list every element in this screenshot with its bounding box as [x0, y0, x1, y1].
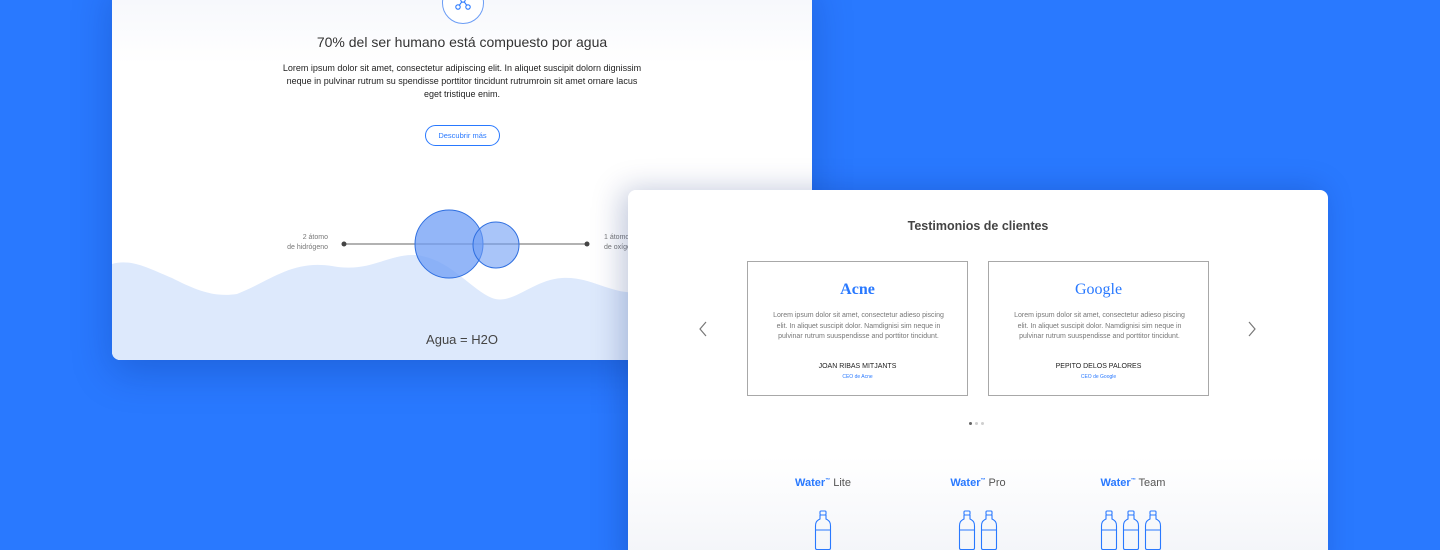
- testimonial-quote: Lorem ipsum dolor sit amet, consectetur …: [1014, 312, 1185, 340]
- testimonials-panel: Testimonios de clientes Acne Lorem ipsum…: [628, 190, 1328, 550]
- hydrogen-label-line1: 2 átomo: [302, 234, 328, 241]
- water-bottle-icon: [1144, 510, 1162, 550]
- plan-lite-bottles: [814, 510, 832, 550]
- plan-pro-title: Water™ Pro: [918, 477, 1038, 489]
- water-bottle-icon: [814, 510, 832, 550]
- chevron-right-icon[interactable]: [1245, 320, 1259, 338]
- water-bottle-icon: [980, 510, 998, 550]
- testimonial-card: Google Lorem ipsum dolor sit amet, conse…: [988, 261, 1209, 396]
- plan-tier: Pro: [985, 477, 1006, 489]
- plan-tier: Team: [1135, 477, 1166, 489]
- hydrogen-label: 2 átomo de hidrógeno: [262, 233, 328, 253]
- plan-pro-bottles: [958, 510, 998, 550]
- chevron-left-icon[interactable]: [696, 320, 710, 338]
- testimonial-role[interactable]: CEO de Google: [989, 374, 1208, 380]
- plan-tier: Lite: [830, 477, 851, 489]
- carousel-dot[interactable]: [969, 422, 972, 425]
- water-bottle-icon: [958, 510, 976, 550]
- carousel-dot[interactable]: [975, 422, 978, 425]
- testimonial-card: Acne Lorem ipsum dolor sit amet, consect…: [747, 261, 968, 396]
- water-bottle-icon: [1100, 510, 1118, 550]
- testimonial-name: PEPITO DELOS PALORES: [1055, 363, 1142, 370]
- carousel-dot[interactable]: [981, 422, 984, 425]
- section-title: 70% del ser humano está compuesto por ag…: [316, 34, 608, 50]
- water-bottle-icon: [1122, 510, 1140, 550]
- brand-logo-google: Google: [1074, 281, 1123, 298]
- carousel-pagination: [969, 422, 984, 425]
- plan-team-title: Water™ Team: [1073, 477, 1193, 489]
- plan-brand: Water: [1100, 477, 1131, 489]
- plan-lite-title: Water™ Lite: [763, 477, 883, 489]
- plan-team-bottles: [1100, 510, 1162, 550]
- testimonial-quote: Lorem ipsum dolor sit amet, consectetur …: [773, 312, 944, 340]
- section-body: Lorem ipsum dolor sit amet, consectetur …: [282, 63, 642, 99]
- brand-logo-acne: Acne: [840, 281, 875, 298]
- plan-brand: Water: [950, 477, 981, 489]
- testimonials-title: Testimonios de clientes: [907, 219, 1049, 233]
- hydrogen-label-line2: de hidrógeno: [287, 244, 328, 251]
- testimonial-role[interactable]: CEO de Acne: [748, 374, 967, 380]
- discover-more-button[interactable]: Descubrir más: [425, 125, 500, 146]
- testimonial-name: JOAN RIBAS MITJANTS: [818, 363, 897, 370]
- plan-brand: Water: [795, 477, 826, 489]
